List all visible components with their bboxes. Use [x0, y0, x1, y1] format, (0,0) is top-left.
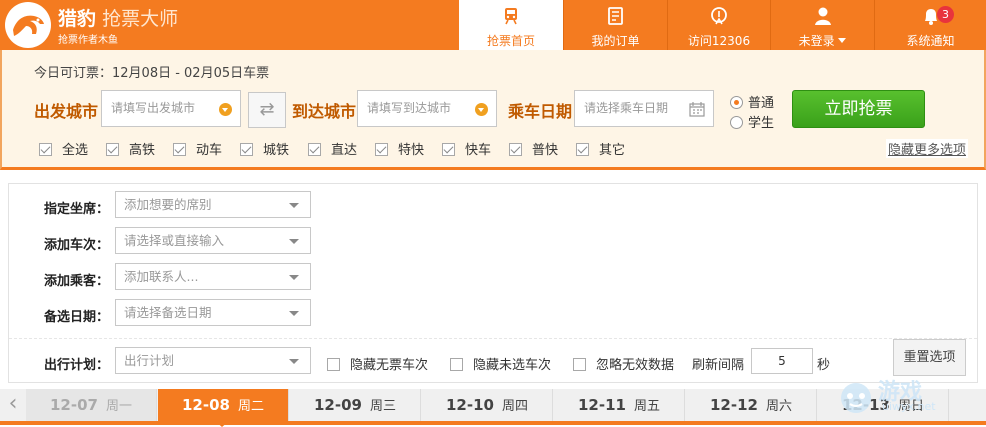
- train-select[interactable]: 请选择或直接输入: [115, 227, 311, 254]
- swap-cities-button[interactable]: ⇄: [248, 92, 286, 128]
- bookable-range-text: 今日可订票：12月08日 - 02月05日车票: [34, 66, 270, 81]
- app-title: 猎豹 抢票大师: [58, 8, 179, 30]
- plan-label: 出行计划：: [44, 358, 110, 373]
- date-tab[interactable]: 12-10 周四: [422, 389, 553, 421]
- refresh-unit-label: 秒: [817, 358, 831, 373]
- filter-tekuai[interactable]: 特快: [375, 139, 424, 158]
- date-label: 乘车日期: [508, 102, 573, 121]
- to-city-placeholder: 请填写到达城市: [367, 101, 452, 115]
- filter-kuaiche[interactable]: 快车: [442, 139, 491, 158]
- railway-logo-icon: [711, 7, 727, 25]
- plan-select[interactable]: 出行计划: [115, 347, 311, 374]
- to-city-input[interactable]: 请填写到达城市: [357, 90, 497, 127]
- from-city-placeholder: 请填写出发城市: [111, 101, 196, 115]
- date-tab-selected[interactable]: 12-08 周二: [158, 389, 289, 427]
- chevron-left-icon: ‹: [8, 391, 18, 416]
- order-list-icon: [607, 7, 623, 25]
- reset-options-button[interactable]: 重置选项: [893, 339, 966, 376]
- backup-date-label: 备选日期：: [44, 310, 110, 325]
- prev-dates-button[interactable]: ‹: [0, 389, 26, 421]
- filter-pukuai[interactable]: 普快: [509, 139, 558, 158]
- filter-other[interactable]: 其它: [576, 139, 625, 158]
- watermark-url: uiwyx.net: [882, 400, 936, 413]
- grab-ticket-button[interactable]: 立即抢票: [792, 90, 925, 128]
- date-tab[interactable]: 12-07 周一: [26, 389, 157, 421]
- chevron-down-icon: [838, 38, 847, 43]
- refresh-interval-input[interactable]: 5: [751, 348, 813, 374]
- refresh-interval-label: 刷新间隔: [692, 358, 745, 373]
- date-strip-bar: [0, 421, 986, 425]
- app-header: 猎豹 抢票大师 抢票作者木鱼 抢票首页 我的订单 访问12306 未登录 3 系…: [0, 0, 986, 50]
- swap-icon: ⇄: [259, 99, 275, 120]
- filter-all[interactable]: 全选: [39, 139, 88, 158]
- options-section: 指定坐席： 添加想要的席别 添加车次： 请选择或直接输入 添加乘客： 添加联系人…: [8, 183, 978, 383]
- from-city-input[interactable]: 请填写出发城市: [101, 90, 241, 127]
- train-label: 添加车次：: [44, 238, 110, 253]
- calendar-icon[interactable]: [689, 101, 705, 117]
- radio-normal[interactable]: 普通: [730, 92, 774, 111]
- nav-login[interactable]: 未登录: [770, 0, 874, 50]
- ignore-invalid-checkbox[interactable]: 忽略无效数据: [573, 354, 674, 373]
- filter-chengtie[interactable]: 城铁: [240, 139, 289, 158]
- nav-notifications-label: 系统通知: [906, 34, 955, 48]
- date-tab[interactable]: 12-09 周三: [290, 389, 421, 421]
- passenger-select[interactable]: 添加联系人...: [115, 263, 311, 290]
- backup-date-select[interactable]: 请选择备选日期: [115, 299, 311, 326]
- notification-badge: 3: [937, 6, 954, 23]
- cheetah-logo-icon: [5, 2, 51, 48]
- nav-orders[interactable]: 我的订单: [563, 0, 667, 50]
- hide-unselected-checkbox[interactable]: 隐藏未选车次: [450, 354, 551, 373]
- filter-dongche[interactable]: 动车: [173, 139, 222, 158]
- watermark: 游戏 uiwyx.net: [834, 372, 984, 420]
- nav-notifications[interactable]: 3 系统通知: [874, 0, 986, 50]
- seat-label: 指定坐席：: [44, 202, 110, 217]
- date-input[interactable]: 请选择乘车日期: [574, 90, 714, 127]
- to-city-label: 到达城市: [292, 102, 357, 121]
- from-city-label: 出发城市: [34, 102, 99, 121]
- nav-home-label: 抢票首页: [486, 34, 535, 48]
- app-subtitle: 抢票作者木鱼: [58, 35, 118, 46]
- date-tab[interactable]: 12-11 周五: [554, 389, 685, 421]
- dropdown-icon[interactable]: [219, 103, 232, 116]
- mascot-icon: [841, 383, 871, 413]
- divider: [9, 338, 977, 339]
- nav-home[interactable]: 抢票首页: [459, 0, 563, 50]
- nav-orders-label: 我的订单: [591, 34, 640, 48]
- train-icon: [505, 8, 517, 25]
- passenger-label: 添加乘客：: [44, 274, 110, 289]
- hide-no-ticket-checkbox[interactable]: 隐藏无票车次: [327, 354, 428, 373]
- search-panel: 今日可订票：12月08日 - 02月05日车票 出发城市 请填写出发城市 ⇄ 到…: [0, 50, 986, 170]
- filter-gaotie[interactable]: 高铁: [106, 139, 155, 158]
- nav-12306[interactable]: 访问12306: [667, 0, 770, 50]
- date-tab[interactable]: 12-12 周六: [686, 389, 817, 421]
- nav-12306-label: 访问12306: [687, 34, 751, 48]
- hide-more-options-link[interactable]: 隐藏更多选项: [885, 139, 968, 158]
- date-placeholder: 请选择乘车日期: [584, 101, 669, 115]
- nav-login-label: 未登录: [771, 32, 874, 49]
- filter-zhida[interactable]: 直达: [308, 139, 357, 158]
- user-icon: [814, 7, 831, 25]
- dropdown-icon[interactable]: [475, 103, 488, 116]
- radio-student[interactable]: 学生: [730, 112, 774, 131]
- seat-select[interactable]: 添加想要的席别: [115, 191, 311, 218]
